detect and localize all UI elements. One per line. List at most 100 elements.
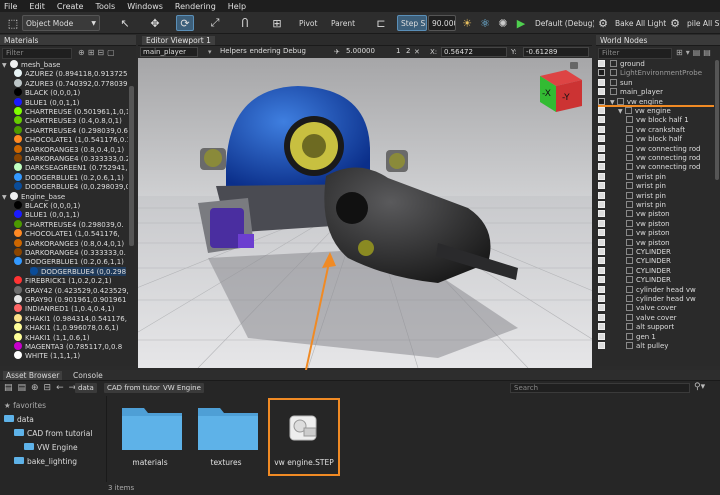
- materials-toolbar-icons[interactable]: ⊕⊞⊟▢: [78, 48, 118, 57]
- material-item[interactable]: DARKORANGE3 (0.8,0.4,0,1): [14, 144, 124, 154]
- material-item[interactable]: CHARTREUSE (0.501961,1,0,1): [14, 107, 128, 116]
- material-item[interactable]: CHOCOLATE1 (1,0.541176,0.14: [14, 135, 128, 144]
- material-item[interactable]: DARKORANGE4 (0.333333,0.: [14, 248, 126, 257]
- move-icon[interactable]: ✥: [146, 15, 164, 31]
- world-node-item[interactable]: vw block half: [598, 135, 714, 144]
- visibility-checkbox[interactable]: [598, 248, 605, 255]
- visibility-checkbox[interactable]: [598, 97, 605, 105]
- world-node-item[interactable]: vw connecting rod: [598, 163, 714, 172]
- visibility-checkbox[interactable]: [598, 154, 605, 161]
- material-group[interactable]: ▼ Engine_base: [2, 191, 65, 201]
- world-node-item[interactable]: vw piston: [598, 229, 714, 238]
- material-item[interactable]: DODGERBLUE1 (0.2,0.6,1,1): [14, 257, 124, 266]
- camera-dropdown-icon[interactable]: ▾: [208, 46, 212, 58]
- asset-tile[interactable]: vw engine.STEP: [268, 398, 340, 476]
- menu-edit[interactable]: Edit: [29, 2, 45, 11]
- materials-filter-input[interactable]: Filter: [2, 48, 72, 59]
- material-item[interactable]: BLACK (0,0,0,1): [14, 88, 80, 97]
- rendering-debug-select[interactable]: Rendering Debug: [250, 47, 306, 57]
- tab-console[interactable]: Console: [70, 371, 106, 380]
- settings-sun-icon[interactable]: ✺: [494, 15, 512, 31]
- gear-icon[interactable]: ⚙: [594, 15, 612, 31]
- rotate-icon[interactable]: ⟳: [176, 15, 194, 31]
- visibility-checkbox[interactable]: [598, 219, 605, 227]
- select-icon[interactable]: ⬚: [4, 15, 22, 31]
- expand-arrow-icon[interactable]: ▼: [2, 193, 10, 201]
- world-node-item[interactable]: cylinder head vw: [598, 295, 714, 304]
- material-item[interactable]: FIREBRICK1 (1,0.2,0.2,1): [14, 276, 112, 285]
- material-item[interactable]: MAGENTA3 (0.785117,0,0.8: [14, 342, 122, 351]
- asset-tree-item[interactable]: CAD from tutorial: [14, 428, 92, 439]
- tab-asset-browser[interactable]: Asset Browser: [3, 371, 63, 380]
- menu-help[interactable]: Help: [228, 2, 246, 11]
- world-node-item[interactable]: CYLINDER: [598, 248, 714, 257]
- visibility-checkbox[interactable]: [598, 163, 605, 171]
- material-item[interactable]: KHAKI1 (1,0.996078,0.6,1): [14, 323, 119, 332]
- visibility-checkbox[interactable]: [598, 172, 605, 180]
- sun-icon[interactable]: ☀: [458, 15, 476, 31]
- snap-grid-icon[interactable]: ⊏: [372, 15, 390, 31]
- step-size-toggle[interactable]: Step Size: [397, 15, 427, 31]
- world-node-item[interactable]: ▼ vw engine: [598, 97, 714, 107]
- camera-2-button[interactable]: 2: [404, 47, 412, 57]
- world-node-item[interactable]: ▼ vw engine: [598, 107, 714, 116]
- world-node-item[interactable]: LightEnvironmentProbe: [598, 69, 714, 78]
- material-item[interactable]: GRAY42 (0.423529,0.423529,: [14, 285, 128, 295]
- visibility-checkbox[interactable]: [598, 60, 605, 67]
- visibility-checkbox[interactable]: [598, 201, 605, 208]
- visibility-checkbox[interactable]: [598, 257, 605, 265]
- world-node-item[interactable]: alt pulley: [598, 342, 714, 351]
- visibility-checkbox[interactable]: [598, 69, 605, 77]
- visibility-checkbox[interactable]: [598, 285, 605, 293]
- visibility-checkbox[interactable]: [598, 191, 605, 199]
- visibility-checkbox[interactable]: [598, 323, 605, 331]
- atom-icon[interactable]: ⚛: [476, 15, 494, 31]
- world-node-item[interactable]: wrist pin: [598, 201, 714, 210]
- world-node-item[interactable]: main_player: [598, 88, 714, 97]
- material-item[interactable]: CHARTREUSE4 (0.298039,0.6,0: [14, 125, 128, 135]
- visibility-checkbox[interactable]: [598, 238, 605, 246]
- material-item[interactable]: CHARTREUSE4 (0.298039,0.: [14, 219, 124, 229]
- asset-tree-item[interactable]: data: [4, 414, 34, 425]
- world-node-item[interactable]: CYLINDER: [598, 276, 714, 285]
- world-node-item[interactable]: sun: [598, 78, 714, 88]
- compile-shaders-button[interactable]: pile All Sh: [684, 15, 720, 31]
- visibility-checkbox[interactable]: [598, 304, 605, 312]
- world-node-item[interactable]: wrist pin: [598, 172, 714, 182]
- world-node-item[interactable]: wrist pin: [598, 182, 714, 191]
- camera-speed-field[interactable]: 5.00000: [344, 47, 390, 57]
- breadcrumb-vw-engine[interactable]: VW Engine: [160, 383, 204, 393]
- material-item[interactable]: DODGERBLUE4 (0,0.298: [30, 266, 127, 277]
- asset-tree-item[interactable]: VW Engine: [24, 442, 78, 453]
- bake-settings-gear-icon[interactable]: ⚙: [666, 15, 684, 31]
- world-node-item[interactable]: vw piston: [598, 238, 714, 248]
- material-item[interactable]: DODGERBLUE4 (0,0.298039,0.6: [14, 182, 128, 191]
- helpers-select[interactable]: Helpers: [218, 47, 250, 57]
- play-icon[interactable]: ▶: [512, 15, 530, 31]
- step-size-input[interactable]: 90.000: [428, 15, 456, 31]
- visibility-checkbox[interactable]: [598, 276, 605, 284]
- material-item[interactable]: CHOCOLATE1 (1,0.541176,: [14, 229, 120, 238]
- world-node-item[interactable]: vw connecting rod: [598, 154, 714, 163]
- expand-arrow-icon[interactable]: ▼: [2, 61, 10, 69]
- asset-tile[interactable]: materials: [116, 398, 188, 476]
- camera-1-button[interactable]: 1: [394, 47, 402, 57]
- visibility-checkbox[interactable]: [598, 182, 605, 190]
- filter-icon[interactable]: ⚲▾: [694, 382, 705, 392]
- menu-file[interactable]: File: [4, 2, 17, 11]
- close-icon[interactable]: ✕: [414, 46, 420, 58]
- snap-icon[interactable]: Ⴖ: [236, 15, 254, 31]
- mode-select[interactable]: Object Mode ▼: [22, 15, 100, 31]
- visibility-checkbox[interactable]: [598, 144, 605, 152]
- material-item[interactable]: BLACK (0,0,0,1): [14, 201, 80, 210]
- materials-scrollbar[interactable]: [129, 86, 134, 246]
- material-item[interactable]: DARKSEAGREEN1 (0.752941,1,: [14, 163, 128, 172]
- visibility-checkbox[interactable]: [598, 229, 605, 237]
- material-group[interactable]: ▼ mesh_base: [2, 60, 60, 69]
- world-node-item[interactable]: valve cover: [598, 313, 714, 323]
- camera-select[interactable]: main_player: [140, 47, 198, 57]
- material-item[interactable]: DARKORANGE4 (0.333333,0.2: [14, 154, 128, 163]
- asset-tree-item[interactable]: ★ favorites: [4, 400, 46, 411]
- editor-viewport[interactable]: -X -Y: [138, 58, 592, 368]
- material-item[interactable]: KHAKI1 (0.984314,0.541176,: [14, 313, 127, 323]
